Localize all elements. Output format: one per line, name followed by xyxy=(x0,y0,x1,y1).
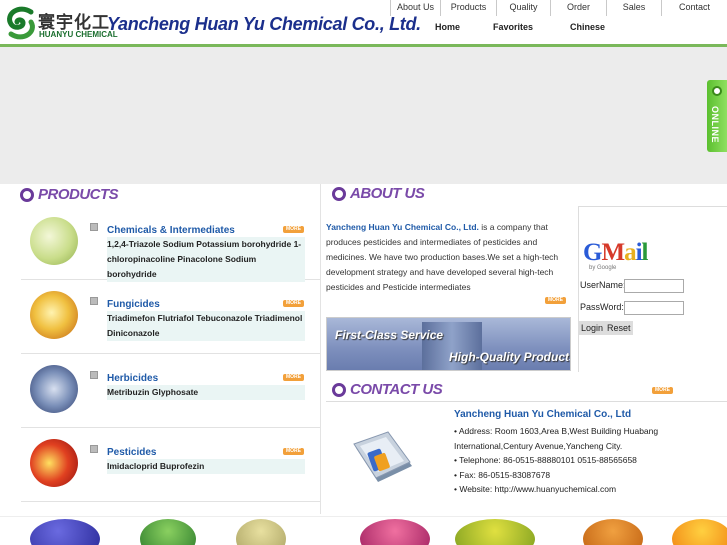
bullet-icon xyxy=(90,371,98,379)
products-section-icon xyxy=(20,188,34,202)
about-company-link[interactable]: Yancheng Huan Yu Chemical Co., Ltd. xyxy=(326,222,479,232)
banner-line-2: High-Quality Products xyxy=(449,350,571,364)
contact-address: • Address: Room 1603,Area B,West Buildin… xyxy=(454,426,659,451)
about-paragraph: Yancheng Huan Yu Chemical Co., Ltd. is a… xyxy=(326,220,572,295)
online-chat-button[interactable]: ONLINE xyxy=(707,80,727,152)
more-button[interactable]: MORE xyxy=(283,226,304,233)
reset-button[interactable]: Reset xyxy=(605,321,633,335)
contact-website[interactable]: • Website: http://www.huanyuchemical.com xyxy=(454,482,684,497)
column-divider xyxy=(320,184,321,514)
logo-icon xyxy=(5,6,37,40)
nav-home[interactable]: Home xyxy=(435,22,460,32)
logo-english-text: HUANYU CHEMICAL xyxy=(39,30,118,39)
password-label: PassWord: xyxy=(580,302,624,312)
nav-order[interactable]: Order xyxy=(550,0,606,16)
contact-divider xyxy=(326,401,727,402)
nav-sales[interactable]: Sales xyxy=(606,0,661,16)
fruit-strip xyxy=(0,516,727,545)
product-category: Pesticides MORE Imidacloprid Buprofezin xyxy=(21,429,320,502)
password-input[interactable] xyxy=(624,301,684,315)
contact-telephone: • Telephone: 86-0515-88880101 0515-88565… xyxy=(454,455,637,465)
nav-about-us[interactable]: About Us xyxy=(390,0,440,16)
category-items[interactable]: 1,2,4-Triazole Sodium Potassium borohydr… xyxy=(107,237,305,282)
nav-contact[interactable]: Contact xyxy=(661,0,727,16)
bullet-icon xyxy=(90,223,98,231)
onion-image xyxy=(360,519,430,545)
fungicides-image[interactable] xyxy=(30,291,78,339)
contact-company: Yancheng Huan Yu Chemical Co., Ltd xyxy=(454,409,632,420)
about-section-icon xyxy=(332,187,346,201)
gmail-sub-label: by Google xyxy=(589,265,617,271)
category-title[interactable]: Chemicals & Intermediates xyxy=(107,225,235,236)
more-button[interactable]: MORE xyxy=(283,300,304,307)
more-button[interactable]: MORE xyxy=(283,374,304,381)
melon-image xyxy=(236,519,286,545)
category-items[interactable]: Triadimefon Flutriafol Tebuconazole Tria… xyxy=(107,311,305,341)
chat-icon xyxy=(712,86,722,96)
product-category: Chemicals & Intermediates MORE 1,2,4-Tri… xyxy=(21,207,320,282)
product-category: Herbicides MORE Metribuzin Glyphosate xyxy=(21,355,320,428)
contact-heading: CONTACT US xyxy=(350,381,443,398)
product-category: Fungicides MORE Triadimefon Flutriafol T… xyxy=(21,281,320,354)
orange-image xyxy=(672,519,727,545)
nav-favorites[interactable]: Favorites xyxy=(493,22,533,32)
contact-fax: • Fax: 86-0515-83087678 xyxy=(454,469,551,480)
more-button[interactable]: MORE xyxy=(283,448,304,455)
pear-image xyxy=(455,519,535,545)
apricots-image xyxy=(583,519,643,545)
about-more-button[interactable]: MORE xyxy=(545,297,566,304)
online-label: ONLINE xyxy=(710,106,720,144)
contact-more-button[interactable]: MORE xyxy=(652,387,673,394)
about-body: is a company that produces pesticides an… xyxy=(326,222,559,292)
mail-login-box: GMail by Google UserName: PassWord: Logi… xyxy=(578,206,727,372)
gmail-logo: GMail xyxy=(583,239,648,266)
category-items[interactable]: Metribuzin Glyphosate xyxy=(107,385,305,400)
top-nav: About Us Products Quality Order Sales Co… xyxy=(390,0,727,16)
contact-info: • Address: Room 1603,Area B,West Buildin… xyxy=(454,424,684,497)
bullet-icon xyxy=(90,297,98,305)
flash-banner xyxy=(0,47,727,184)
products-heading: PRODUCTS xyxy=(38,186,119,203)
banner-line-1: First-Class Service xyxy=(335,328,444,342)
grapes-image xyxy=(30,519,100,545)
about-heading: ABOUT US xyxy=(350,185,425,202)
service-banner[interactable]: First-Class Service High-Quality Product… xyxy=(326,317,571,371)
category-title[interactable]: Pesticides xyxy=(107,447,156,458)
site-title: Yancheng Huan Yu Chemical Co., Ltd. xyxy=(107,14,421,34)
watermelon-image xyxy=(140,519,196,545)
category-items[interactable]: Imidacloprid Buprofezin xyxy=(107,459,305,474)
nav-chinese[interactable]: Chinese xyxy=(570,22,605,32)
category-title[interactable]: Fungicides xyxy=(107,299,160,310)
pesticides-image[interactable] xyxy=(30,439,78,487)
herbicides-image[interactable] xyxy=(30,365,78,413)
nav-products[interactable]: Products xyxy=(440,0,496,16)
contact-section-icon xyxy=(332,383,346,397)
login-button[interactable]: Login xyxy=(579,321,606,335)
username-input[interactable] xyxy=(624,279,684,293)
username-label: UserName: xyxy=(580,280,626,290)
nav-quality[interactable]: Quality xyxy=(496,0,550,16)
category-title[interactable]: Herbicides xyxy=(107,373,158,384)
bullet-icon xyxy=(90,445,98,453)
contact-book-icon xyxy=(350,430,416,490)
chemicals-image[interactable] xyxy=(30,217,78,265)
